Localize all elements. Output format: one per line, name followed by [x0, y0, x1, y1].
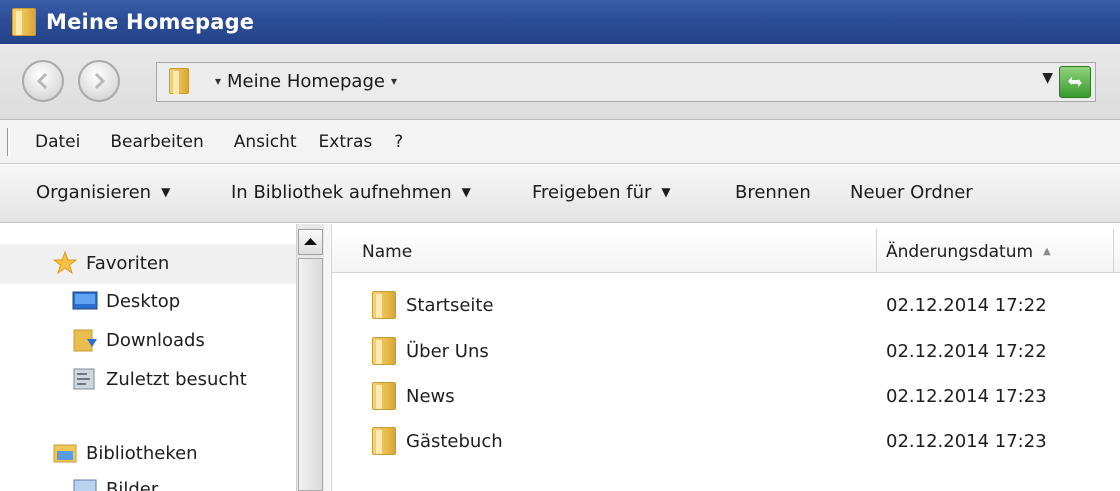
libraries-icon: [53, 444, 77, 463]
breadcrumb-item[interactable]: Meine Homepage: [227, 71, 385, 92]
nav-item-pictures[interactable]: Bilder: [72, 476, 158, 491]
column-divider[interactable]: [876, 229, 877, 273]
column-divider[interactable]: [1113, 229, 1114, 273]
add-to-library-label: In Bibliothek aufnehmen: [231, 182, 452, 203]
folder-icon: [372, 337, 396, 365]
title-bar[interactable]: Meine Homepage: [0, 0, 1120, 44]
menu-edit[interactable]: Bearbeiten: [110, 132, 203, 152]
refresh-icon: [1068, 77, 1082, 87]
new-folder-button[interactable]: Neuer Ordner: [850, 182, 973, 203]
column-header-modified[interactable]: Änderungsdatum ▲: [886, 242, 1051, 262]
file-row[interactable]: News 02.12.2014 17:23: [332, 374, 1120, 414]
share-with-button[interactable]: Freigeben für ▼: [532, 182, 671, 203]
menu-grip: [7, 128, 10, 156]
file-name: News: [406, 385, 455, 407]
nav-item-label: Downloads: [106, 329, 205, 351]
file-name: Startseite: [406, 294, 494, 316]
burn-button[interactable]: Brennen: [735, 182, 811, 203]
breadcrumb[interactable]: ▾ Meine Homepage ▾: [209, 71, 403, 92]
file-name-cell: Startseite: [372, 291, 494, 319]
folder-icon: [169, 68, 189, 95]
folder-icon: [372, 427, 396, 455]
nav-item-favorites[interactable]: Favoriten: [52, 250, 169, 276]
folder-icon: [372, 382, 396, 410]
nav-item-label: Bibliotheken: [86, 442, 198, 464]
file-name-cell: Über Uns: [372, 337, 489, 365]
file-list: Name Änderungsdatum ▲ Startseite 02.12.20…: [332, 224, 1120, 491]
share-with-label: Freigeben für: [532, 182, 652, 203]
file-modified: 02.12.2014 17:23: [886, 386, 1047, 407]
nav-item-downloads[interactable]: Downloads: [72, 327, 205, 353]
chevron-down-icon: ▼: [161, 185, 171, 199]
nav-item-desktop[interactable]: Desktop: [72, 288, 180, 314]
desktop-icon: [72, 291, 98, 310]
nav-item-label: Bilder: [106, 478, 159, 491]
nav-item-recent[interactable]: Zuletzt besucht: [72, 366, 247, 392]
menu-help[interactable]: ?: [394, 132, 403, 152]
column-header-name[interactable]: Name: [362, 242, 412, 262]
folder-icon: [12, 8, 36, 36]
add-to-library-button[interactable]: In Bibliothek aufnehmen ▼: [231, 182, 471, 203]
nav-item-label: Zuletzt besucht: [106, 368, 247, 390]
nav-item-libraries[interactable]: Bibliotheken: [52, 440, 198, 466]
organize-label: Organisieren: [36, 182, 152, 203]
address-toolbar: ▾ Meine Homepage ▾ ▼: [0, 44, 1120, 120]
file-row[interactable]: Über Uns 02.12.2014 17:22: [332, 329, 1120, 369]
forward-arrow-icon: [94, 72, 106, 90]
file-name-cell: Gästebuch: [372, 427, 503, 455]
arrow-up-icon: [304, 238, 317, 245]
organize-button[interactable]: Organisieren ▼: [36, 182, 170, 203]
breadcrumb-arrow-icon[interactable]: ▾: [215, 74, 221, 88]
refresh-button[interactable]: [1059, 66, 1091, 98]
pictures-icon: [73, 479, 97, 491]
menu-file[interactable]: Datei: [35, 132, 80, 152]
file-modified: 02.12.2014 17:22: [886, 295, 1047, 316]
navigation-pane: Favoriten Desktop Downloads Zuletzt besu…: [0, 224, 320, 491]
file-name-cell: News: [372, 382, 455, 410]
window-title: Meine Homepage: [46, 10, 255, 34]
menu-tools[interactable]: Extras: [319, 132, 373, 152]
forward-button[interactable]: [78, 60, 120, 102]
folder-icon: [372, 291, 396, 319]
menu-bar: Datei Bearbeiten Ansicht Extras ?: [0, 120, 1120, 164]
nav-pane-scrollbar[interactable]: [296, 224, 324, 491]
file-modified: 02.12.2014 17:23: [886, 431, 1047, 452]
menu-view[interactable]: Ansicht: [234, 132, 297, 152]
back-button[interactable]: [22, 60, 64, 102]
column-header-row: Name Änderungsdatum ▲: [332, 229, 1120, 273]
nav-item-label: Desktop: [106, 290, 181, 312]
file-name: Über Uns: [406, 340, 489, 362]
file-modified: 02.12.2014 17:22: [886, 341, 1047, 362]
command-bar: Organisieren ▼ In Bibliothek aufnehmen ▼ F…: [0, 165, 1120, 223]
star-icon: [52, 250, 78, 275]
nav-item-label: Favoriten: [86, 252, 170, 274]
scroll-up-button[interactable]: [298, 229, 323, 255]
column-header-modified-label: Änderungsdatum: [886, 242, 1034, 262]
chevron-down-icon: ▼: [461, 185, 471, 199]
scroll-thumb[interactable]: [298, 258, 323, 491]
recent-places-icon: [73, 368, 95, 390]
address-history-dropdown-icon[interactable]: ▼: [1042, 70, 1053, 86]
pane-splitter[interactable]: [324, 224, 332, 491]
downloads-folder-icon: [73, 329, 97, 352]
back-arrow-icon: [36, 72, 48, 90]
file-row[interactable]: Startseite 02.12.2014 17:22: [332, 283, 1120, 323]
chevron-down-icon: ▼: [661, 185, 671, 199]
file-name: Gästebuch: [406, 430, 503, 452]
address-bar[interactable]: ▾ Meine Homepage ▾ ▼: [156, 62, 1096, 102]
file-row[interactable]: Gästebuch 02.12.2014 17:23: [332, 419, 1120, 459]
breadcrumb-dropdown-icon[interactable]: ▾: [391, 74, 397, 88]
sort-ascending-icon: ▲: [1043, 246, 1051, 257]
